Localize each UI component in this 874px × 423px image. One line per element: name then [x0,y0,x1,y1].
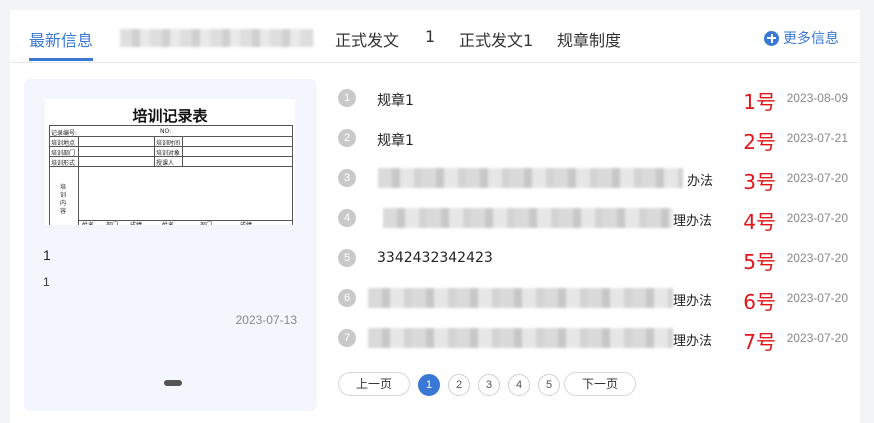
thumbnail-table: 记录编号: NO: 培训地点 培训时间 培训部门 培训对象 培训形式 授课人 培… [49,125,293,225]
item-date: 2023-07-20 [786,291,848,305]
item-title-redacted[interactable] [368,288,673,308]
list-item[interactable]: 4 理办法 4号 2023-07-20 [338,198,848,238]
item-number-label: 1号 [743,90,776,114]
page-3-button[interactable]: 3 [478,374,500,396]
card-description: 1 [43,275,50,289]
item-number-label: 3号 [743,170,776,194]
news-panel: 最新信息 正式发文 1 正式发文1 规章制度 更多信息 培训记录表 记录编号: … [10,10,860,423]
tab-official-docs[interactable]: 正式发文 [335,27,399,51]
rank-badge: 1 [338,89,356,107]
item-title[interactable]: 规章1 [377,130,414,150]
item-title-tail: 理办法 [673,214,713,229]
table-cell: NO: [160,128,172,135]
tab-regulations[interactable]: 规章制度 [557,27,621,51]
item-date: 2023-07-20 [786,211,848,225]
thumbnail-title: 培训记录表 [132,107,208,125]
active-tab-underline [29,58,93,61]
page-4-button[interactable]: 4 [508,374,530,396]
list-item[interactable]: 3 办法 3号 2023-07-20 [338,158,848,198]
item-title-tail: 理办法 [673,294,713,309]
carousel-indicator[interactable] [164,380,182,386]
item-number-label: 5号 [743,250,776,274]
tab-bar: 最新信息 正式发文 1 正式发文1 规章制度 更多信息 [10,10,860,63]
table-cell: 成绩 [130,220,142,225]
item-title-tail: 办法 [687,174,714,189]
item-date: 2023-07-20 [786,331,848,345]
rank-badge: 7 [338,329,356,347]
list-item[interactable]: 6 理办法 6号 2023-07-20 [338,278,848,318]
featured-thumbnail[interactable]: 培训记录表 记录编号: NO: 培训地点 培训时间 培训部门 培训对象 培训形式… [45,99,295,225]
list-item[interactable]: 7 理办法 7号 2023-07-20 [338,318,848,358]
next-page-button[interactable]: 下一页 [564,372,636,396]
item-number-label: 7号 [743,330,776,354]
list-item[interactable]: 2 规章1 2号 2023-07-21 [338,118,848,158]
item-date: 2023-07-21 [786,131,848,145]
page-1-button[interactable]: 1 [418,374,440,396]
rank-badge: 3 [338,169,356,187]
item-title[interactable]: 规章1 [377,90,414,110]
table-cell: 部门 [106,220,118,225]
page-5-button[interactable]: 5 [538,374,560,396]
item-title-redacted[interactable] [378,168,683,188]
item-title[interactable]: 3342432342423 [377,250,493,266]
item-date: 2023-07-20 [786,251,848,265]
prev-page-button[interactable]: 上一页 [338,372,410,396]
news-list: 1 规章1 1号 2023-08-09 2 规章1 2号 2023-07-21 … [338,78,848,358]
tab-latest[interactable]: 最新信息 [29,27,93,51]
item-date: 2023-07-20 [786,171,848,185]
item-title-tail: 理办法 [673,334,713,349]
more-info-link[interactable]: 更多信息 [764,28,839,48]
featured-card[interactable]: 培训记录表 记录编号: NO: 培训地点 培训时间 培训部门 培训对象 培训形式… [24,79,317,411]
table-cell: 培训内容 [60,184,67,215]
list-item[interactable]: 5 3342432342423 5号 2023-07-20 [338,238,848,278]
item-date: 2023-08-09 [786,91,848,105]
table-cell: 姓名 [82,220,94,225]
list-item[interactable]: 1 规章1 1号 2023-08-09 [338,78,848,118]
rank-badge: 2 [338,129,356,147]
page-2-button[interactable]: 2 [448,374,470,396]
tab-redacted[interactable] [120,29,313,47]
rank-badge: 5 [338,249,356,267]
card-date: 2023-07-13 [235,313,297,327]
table-cell: 成绩 [240,220,252,225]
item-number-label: 4号 [743,210,776,234]
item-number-label: 6号 [743,290,776,314]
item-number-label: 2号 [743,130,776,154]
more-info-label: 更多信息 [783,31,839,47]
item-title-redacted[interactable] [368,328,673,348]
rank-badge: 6 [338,289,356,307]
table-cell: 部门 [200,220,212,225]
plus-circle-icon [764,30,779,46]
tab-official-docs-1[interactable]: 正式发文1 [459,27,533,51]
card-title[interactable]: 1 [43,247,51,263]
item-title-redacted[interactable] [383,208,673,228]
table-cell: 姓名 [162,220,174,225]
tab-1[interactable]: 1 [425,27,435,46]
rank-badge: 4 [338,209,356,227]
